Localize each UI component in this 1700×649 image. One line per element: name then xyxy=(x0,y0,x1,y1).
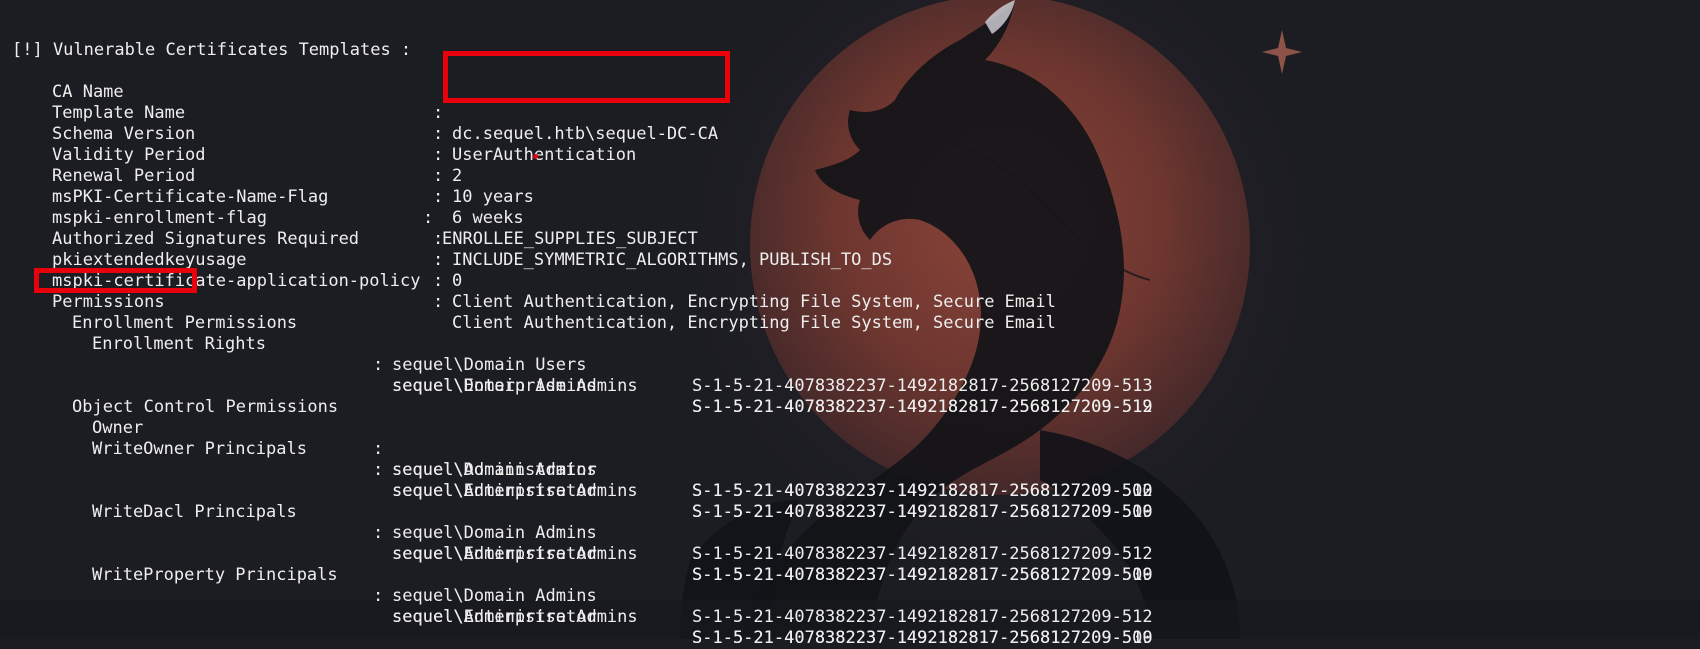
perm-row: sequel\Domain Admins S-1-5-21-4078382237… xyxy=(0,565,1153,627)
perm-sid: S-1-5-21-4078382237-1492182817-256812720… xyxy=(692,565,1153,585)
field-key: msPKI-Certificate-Name-Flag xyxy=(52,187,329,207)
perm-row: sequel\Domain Admins S-1-5-21-4078382237… xyxy=(0,502,1153,564)
field-value: INCLUDE_SYMMETRIC_ALGORITHMS, PUBLISH_TO… xyxy=(452,250,893,270)
perm-row: sequel\Enterprise Admins S-1-5-21-407838… xyxy=(0,586,1153,648)
permissions-highlight-box xyxy=(34,268,197,293)
perm-sid: S-1-5-21-4078382237-1492182817-256812720… xyxy=(692,544,1153,564)
field-row: Validity Period : 10 years xyxy=(52,145,534,207)
perm-label: Enrollment Rights xyxy=(92,334,266,354)
field-row: Authorized Signatures Required : 0 xyxy=(52,229,463,291)
permissions-title: Permissions xyxy=(52,292,165,312)
perm-label: WriteProperty Principals xyxy=(92,565,338,585)
field-row: CA Name : dc.sequel.htb\sequel-DC-CA xyxy=(52,82,719,144)
perm-row: sequel\Enterprise Admins S-1-5-21-407838… xyxy=(0,355,1153,417)
perm-principal: sequel\Enterprise Admins xyxy=(392,544,638,564)
perm-row: sequel\Enterprise Admins S-1-5-21-407838… xyxy=(0,460,1153,522)
perm-sid: S-1-5-21-4078382237-1492182817-256812720… xyxy=(692,397,1153,417)
perm-principal: sequel\Enterprise Admins xyxy=(392,481,638,501)
perm-row: sequel\Domain Admins S-1-5-21-4078382237… xyxy=(0,439,1153,501)
annotation-dot xyxy=(533,154,538,159)
field-key: Template Name xyxy=(52,103,186,123)
perm-label: Owner xyxy=(92,418,144,438)
perm-principal: sequel\Enterprise Admins xyxy=(392,376,638,396)
perm-row: WriteOwner Principals : sequel\Administr… xyxy=(92,439,1153,522)
perm-row: Owner : sequel\Administrator S-1-5-21-40… xyxy=(92,418,1153,501)
object-control-heading: Object Control Permissions xyxy=(0,376,338,417)
field-value: 6 weeks xyxy=(452,208,524,228)
field-key: Renewal Period xyxy=(52,166,196,186)
perm-row: Enrollment Rights : sequel\Domain Admins… xyxy=(92,334,1153,417)
header-text: [!] Vulnerable Certificates Templates : xyxy=(12,40,412,60)
perm-row: WriteProperty Principals : sequel\Admini… xyxy=(92,565,1153,648)
perm-sid: S-1-5-21-4078382237-1492182817-256812720… xyxy=(692,502,1153,522)
perm-label: WriteDacl Principals xyxy=(92,502,297,522)
field-key: Authorized Signatures Required xyxy=(52,229,360,249)
perm-principal: sequel\Domain Admins xyxy=(392,586,597,606)
field-value: 10 years xyxy=(452,187,534,207)
field-value: Client Authentication, Encrypting File S… xyxy=(452,292,1056,312)
field-row: pkiextendedkeyusage : Client Authenticat… xyxy=(52,250,1056,312)
field-row: msPKI-Certificate-Name-Flag : ENROLLEE_S… xyxy=(52,187,698,249)
perm-row: sequel\Enterprise Admins S-1-5-21-407838… xyxy=(0,523,1153,585)
perm-sid: S-1-5-21-4078382237-1492182817-256812720… xyxy=(692,376,1153,396)
field-row: Renewal Period : 6 weeks xyxy=(52,166,524,228)
enrollment-title: Enrollment Permissions xyxy=(72,313,298,333)
field-value: UserAuthentication xyxy=(452,145,637,165)
perm-row: WriteDacl Principals : sequel\Administra… xyxy=(92,502,1153,585)
field-row: Template Name : UserAuthentication xyxy=(52,103,637,165)
field-value: ENROLLEE_SUPPLIES_SUBJECT xyxy=(442,229,698,249)
field-value: dc.sequel.htb\sequel-DC-CA xyxy=(452,124,719,144)
field-row: mspki-enrollment-flag : INCLUDE_SYMMETRI… xyxy=(52,208,893,270)
perm-principal: sequel\Domain Admins xyxy=(392,460,597,480)
perm-sid: S-1-5-21-4078382237-1492182817-256812720… xyxy=(692,481,1153,501)
perm-principal: sequel\Domain Admins xyxy=(392,523,597,543)
field-key: CA Name xyxy=(52,82,124,102)
perm-row: sequel\Domain Users S-1-5-21-4078382237-… xyxy=(0,334,1153,396)
header-line: [!] Vulnerable Certificates Templates : xyxy=(0,19,411,60)
perm-principal: sequel\Enterprise Admins xyxy=(392,607,638,627)
field-key: Validity Period xyxy=(52,145,206,165)
perm-principal: sequel\Domain Users xyxy=(392,355,587,375)
object-control-title: Object Control Permissions xyxy=(72,397,339,417)
perm-sid: S-1-5-21-4078382237-1492182817-256812720… xyxy=(692,607,1153,627)
permissions-heading: Permissions xyxy=(0,271,165,312)
field-key: mspki-enrollment-flag xyxy=(52,208,267,228)
enrollment-heading: Enrollment Permissions xyxy=(0,292,297,333)
field-value: 0 xyxy=(452,271,463,291)
field-value: 2 xyxy=(452,166,463,186)
ca-template-highlight-box xyxy=(443,51,730,103)
perm-label: WriteOwner Principals xyxy=(92,439,307,459)
field-value: Client Authentication, Encrypting File S… xyxy=(452,313,1056,333)
field-row: Schema Version : 2 xyxy=(52,124,463,186)
field-key: Schema Version xyxy=(52,124,196,144)
